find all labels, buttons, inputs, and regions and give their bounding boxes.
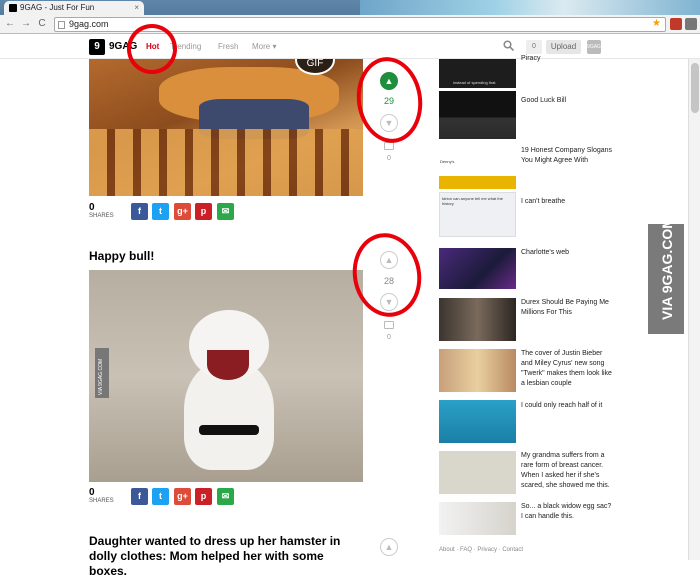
sidebar-item-title[interactable]: Durex Should Be Paying Me Millions For T… bbox=[521, 298, 613, 318]
post-title[interactable]: Daughter wanted to dress up her hamster … bbox=[89, 534, 359, 579]
sidebar-thumb[interactable]: tdrion can anyone tell me what the histo… bbox=[439, 192, 516, 237]
sidebar-thumb[interactable] bbox=[439, 349, 516, 392]
site-favicon-icon bbox=[9, 4, 17, 12]
comment-count: 0 bbox=[387, 155, 391, 162]
back-arrow-icon[interactable]: ← bbox=[4, 18, 16, 30]
browser-toolbar: ← → C 9gag.com ★ bbox=[0, 15, 700, 34]
post-title[interactable]: Happy bull! bbox=[89, 249, 154, 263]
sidebar-thumb[interactable] bbox=[439, 451, 516, 494]
search-icon[interactable] bbox=[503, 40, 514, 51]
forward-arrow-icon[interactable]: → bbox=[20, 18, 32, 30]
shares-count: 0 bbox=[89, 487, 95, 498]
image-chair-legs bbox=[89, 129, 363, 196]
sidebar-item-title[interactable]: Charlotte's web bbox=[521, 248, 613, 258]
twitter-share-button[interactable]: t bbox=[152, 203, 169, 220]
image-dog-collar bbox=[199, 425, 259, 435]
upload-button[interactable]: Upload bbox=[546, 40, 581, 54]
email-share-button[interactable]: ✉ bbox=[217, 488, 234, 505]
nav-fresh[interactable]: Fresh bbox=[218, 42, 238, 51]
shares-count: 0 bbox=[89, 202, 95, 213]
sidebar-item-title[interactable]: My grandma suffers from a rare form of b… bbox=[521, 451, 613, 491]
bookmark-star-icon[interactable]: ★ bbox=[652, 18, 661, 29]
site-watermark: VIA 9GAG.COM bbox=[648, 217, 684, 334]
sidebar-item-title[interactable]: So... a black widow egg sac? I can handl… bbox=[521, 502, 613, 522]
sidebar-thumb[interactable]: instead of spending that bbox=[439, 59, 516, 88]
sidebar-item-title[interactable]: The cover of Justin Bieber and Miley Cyr… bbox=[521, 349, 613, 389]
browser-tab[interactable]: 9GAG - Just For Fun × bbox=[4, 1, 144, 15]
sidebar-thumb[interactable] bbox=[439, 502, 516, 535]
shares-label: SHARES bbox=[89, 213, 114, 219]
page-icon bbox=[58, 21, 65, 29]
email-share-button[interactable]: ✉ bbox=[217, 203, 234, 220]
sidebar-thumb[interactable] bbox=[439, 248, 516, 289]
sidebar-thumb[interactable] bbox=[439, 91, 516, 139]
avatar[interactable]: 9GAG bbox=[587, 40, 601, 54]
image-watermark: VIA 9GAG.COM bbox=[95, 348, 109, 398]
logo-icon[interactable]: 9 bbox=[89, 39, 105, 55]
pinterest-share-button[interactable]: p bbox=[195, 488, 212, 505]
comment-icon[interactable] bbox=[384, 321, 394, 329]
googleplus-share-button[interactable]: g+ bbox=[174, 488, 191, 505]
post-image[interactable]: VIA 9GAG.COM bbox=[89, 270, 363, 482]
url-text: 9gag.com bbox=[69, 19, 109, 29]
notification-count[interactable]: 0 bbox=[526, 40, 542, 54]
footer-links[interactable]: About · FAQ · Privacy · Contact bbox=[439, 547, 523, 553]
extension-icon[interactable] bbox=[670, 18, 682, 30]
shares-label: SHARES bbox=[89, 498, 114, 504]
nav-more[interactable]: More ▾ bbox=[252, 42, 276, 51]
tab-close-icon[interactable]: × bbox=[134, 3, 139, 12]
sidebar-item-title[interactable]: Good Luck Bill bbox=[521, 96, 613, 106]
scrollbar-thumb[interactable] bbox=[691, 63, 699, 113]
dennys-logo bbox=[439, 176, 516, 189]
menu-icon[interactable] bbox=[685, 18, 697, 30]
sidebar-item-title[interactable]: I could only reach half of it bbox=[521, 401, 613, 411]
reload-icon[interactable]: C bbox=[36, 18, 48, 30]
tab-title: 9GAG - Just For Fun bbox=[20, 3, 95, 12]
sidebar-item-title[interactable]: Piracy bbox=[521, 54, 613, 64]
twitter-share-button[interactable]: t bbox=[152, 488, 169, 505]
post-image[interactable]: GIF bbox=[89, 59, 363, 196]
browser-theme-art bbox=[360, 0, 700, 15]
upvote-arrow-icon[interactable]: ▲ bbox=[380, 538, 398, 556]
image-dog-mouth bbox=[207, 350, 249, 380]
browser-titlebar: 9GAG - Just For Fun × ← → C 9gag.com ★ bbox=[0, 0, 700, 34]
facebook-share-button[interactable]: f bbox=[131, 203, 148, 220]
sidebar-thumb[interactable] bbox=[439, 298, 516, 341]
pinterest-share-button[interactable]: p bbox=[195, 203, 212, 220]
sidebar-item-title[interactable]: I can't breathe bbox=[521, 197, 613, 207]
comment-count: 0 bbox=[387, 334, 391, 341]
sidebar-thumb[interactable]: Denny's bbox=[439, 156, 516, 189]
sidebar-thumb[interactable] bbox=[439, 400, 516, 443]
googleplus-share-button[interactable]: g+ bbox=[174, 203, 191, 220]
facebook-share-button[interactable]: f bbox=[131, 488, 148, 505]
comment-icon[interactable] bbox=[384, 142, 394, 150]
scrollbar[interactable] bbox=[688, 59, 700, 560]
sidebar-item-title[interactable]: 19 Honest Company Slogans You Might Agre… bbox=[521, 146, 613, 166]
